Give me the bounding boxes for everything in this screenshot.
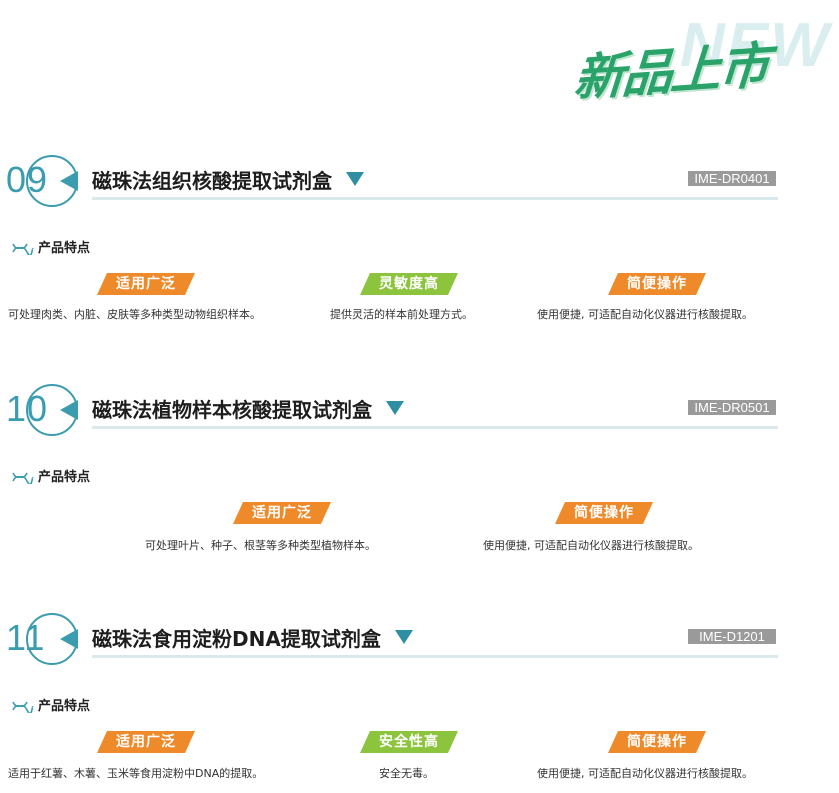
features-heading: 产品特点 <box>12 237 90 257</box>
triangle-down-icon <box>346 172 364 186</box>
feature-tag-2: 灵敏度高 <box>360 273 458 295</box>
features-heading: 产品特点 <box>12 695 90 715</box>
feature-tag-1: 适用广泛 <box>97 273 195 295</box>
feature-desc-2: 安全无毒。 <box>379 767 434 780</box>
feature-desc-1: 可处理肉类、内脏、皮肤等多种类型动物组织样本。 <box>8 308 261 321</box>
feature-tag-2: 安全性高 <box>360 731 458 753</box>
section-number: 10 <box>6 388 49 429</box>
feature-desc-1: 适用于红薯、木薯、玉米等食用淀粉中DNA的提取。 <box>8 767 264 780</box>
banner-title: 新品上市 <box>571 36 770 108</box>
feature-tag-2: 简便操作 <box>555 502 653 524</box>
feature-tag-3: 简便操作 <box>608 731 706 753</box>
section-number-badge: 11 <box>6 613 78 665</box>
number-arrow-icon <box>60 171 78 191</box>
feature-tag-1: 适用广泛 <box>233 502 331 524</box>
feature-desc-3: 使用便捷, 可适配自动化仪器进行核酸提取。 <box>537 308 753 321</box>
product-code: IME-DR0501 <box>688 400 776 415</box>
section-number: 09 <box>6 159 49 200</box>
product-title: 磁珠法植物样本核酸提取试剂盒 <box>92 394 404 423</box>
product-code: IME-D1201 <box>688 629 776 644</box>
feature-desc-2: 提供灵活的样本前处理方式。 <box>330 308 473 321</box>
title-divider <box>92 197 778 200</box>
features-heading: 产品特点 <box>12 466 90 486</box>
product-code: IME-DR0401 <box>688 171 776 186</box>
title-divider <box>92 655 778 658</box>
dna-icon <box>12 243 34 257</box>
number-arrow-icon <box>60 400 78 420</box>
product-title: 磁珠法组织核酸提取试剂盒 <box>92 165 364 194</box>
dna-icon <box>12 701 34 715</box>
section-number: 11 <box>6 617 46 658</box>
number-arrow-icon <box>60 629 78 649</box>
dna-icon <box>12 472 34 486</box>
product-title: 磁珠法食用淀粉DNA提取试剂盒 <box>92 623 413 652</box>
feature-desc-2: 使用便捷, 可适配自动化仪器进行核酸提取。 <box>483 539 699 552</box>
title-divider <box>92 426 778 429</box>
feature-desc-1: 可处理叶片、种子、根茎等多种类型植物样本。 <box>145 539 376 552</box>
triangle-down-icon <box>386 401 404 415</box>
feature-tag-3: 简便操作 <box>608 273 706 295</box>
feature-tag-1: 适用广泛 <box>97 731 195 753</box>
section-number-badge: 10 <box>6 384 78 436</box>
feature-desc-3: 使用便捷, 可适配自动化仪器进行核酸提取。 <box>537 767 753 780</box>
section-number-badge: 09 <box>6 155 78 207</box>
new-products-banner: NEW 新品上市 <box>571 8 837 118</box>
triangle-down-icon <box>394 630 413 644</box>
